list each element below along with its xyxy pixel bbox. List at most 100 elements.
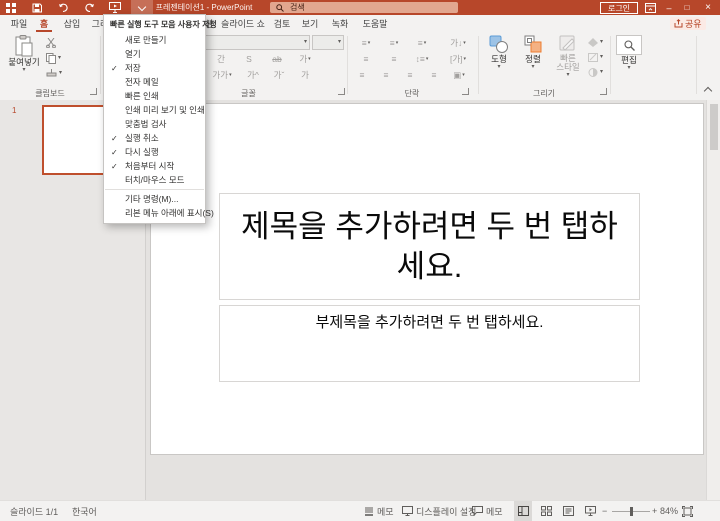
font-size-combobox[interactable]: ▾ bbox=[312, 35, 344, 50]
slide-indicator: 슬라이드 1/1 bbox=[10, 506, 59, 517]
notes-button[interactable]: 메모 bbox=[364, 501, 394, 521]
display-settings-button[interactable]: 디스플레이 설정 bbox=[402, 501, 476, 521]
align-left-button[interactable]: ≡ bbox=[352, 68, 372, 82]
underline-button[interactable]: 간 bbox=[210, 52, 232, 66]
menu-item-redo[interactable]: ✓ 다시 실행 bbox=[104, 145, 205, 159]
menu-item-undo[interactable]: ✓ 실행 취소 bbox=[104, 131, 205, 145]
text-direction-button[interactable]: 가↓ ▾ bbox=[444, 36, 472, 50]
slide[interactable]: 제목을 추가하려면 두 번 탭하세요. 부제목을 추가하려면 두 번 탭하세요. bbox=[150, 103, 704, 455]
decrease-font-size-button[interactable]: 가ˇ bbox=[268, 68, 290, 82]
change-case-button[interactable]: 가가 ▾ bbox=[208, 68, 236, 82]
text-shadow-button[interactable]: S bbox=[238, 52, 260, 66]
decrease-indent-button[interactable]: ≡ bbox=[354, 52, 378, 66]
clear-formatting-button[interactable]: 가 bbox=[294, 68, 316, 82]
app-grid-icon[interactable] bbox=[5, 2, 17, 13]
justify-button[interactable]: ≡ bbox=[424, 68, 444, 82]
menu-item-open[interactable]: 열기 bbox=[104, 47, 205, 61]
slide-number: 1 bbox=[12, 106, 17, 115]
notes-icon bbox=[365, 507, 373, 516]
clipboard-dialog-launcher[interactable] bbox=[90, 88, 97, 95]
tab-file[interactable]: 파일 bbox=[6, 15, 32, 32]
increase-indent-button[interactable]: ≡ bbox=[382, 52, 406, 66]
reading-view-button[interactable] bbox=[559, 501, 577, 521]
title-placeholder[interactable]: 제목을 추가하려면 두 번 탭하세요. bbox=[219, 193, 640, 300]
login-button[interactable]: 로그인 bbox=[600, 2, 638, 14]
menu-item-show-below-ribbon[interactable]: 리본 메뉴 아래에 표시(S) bbox=[104, 206, 214, 220]
shapes-button[interactable]: 도형 ▾ bbox=[484, 35, 514, 70]
comments-button[interactable]: 메모 bbox=[472, 501, 503, 521]
zoom-in-button[interactable]: + bbox=[652, 501, 657, 521]
share-button[interactable]: 공유 bbox=[670, 17, 706, 30]
collapse-ribbon-button[interactable] bbox=[700, 84, 716, 96]
menu-item-new[interactable]: 새로 만들기 bbox=[104, 33, 205, 47]
vertical-scrollbar[interactable] bbox=[706, 100, 720, 500]
menu-item-more-commands[interactable]: 기타 명령(M)... bbox=[104, 192, 205, 206]
title-bar: 프레젠테이션1 - PowerPoint 로그인 – □ × bbox=[0, 0, 720, 15]
chevron-up-icon bbox=[703, 86, 713, 96]
chevron-down-icon bbox=[137, 2, 147, 11]
character-spacing-button[interactable]: 가 ▾ bbox=[292, 52, 318, 66]
menu-item-quick-print[interactable]: 빠른 인쇄 bbox=[104, 89, 205, 103]
qat-menu-header: 빠른 실행 도구 모음 사용자 지정 bbox=[110, 20, 217, 29]
tab-record[interactable]: 녹화 bbox=[328, 15, 352, 32]
slideshow-button[interactable] bbox=[581, 501, 599, 521]
menu-item-spelling[interactable]: 맞춤법 검사 bbox=[104, 117, 205, 131]
maximize-button[interactable]: □ bbox=[678, 0, 696, 15]
align-center-button[interactable]: ≡ bbox=[376, 68, 396, 82]
fit-to-window-button[interactable] bbox=[682, 501, 693, 521]
search-box[interactable] bbox=[270, 2, 458, 13]
zoom-level[interactable]: 84% bbox=[660, 501, 678, 521]
language-indicator[interactable]: 한국어 bbox=[72, 501, 97, 521]
tab-insert[interactable]: 삽입 bbox=[58, 15, 86, 32]
tab-slideshow[interactable]: 슬라이드 쇼 bbox=[220, 15, 266, 32]
shape-outline-button: ▾ bbox=[588, 53, 603, 62]
minimize-button[interactable]: – bbox=[660, 0, 678, 15]
increase-font-size-button[interactable]: 가^ bbox=[242, 68, 264, 82]
font-dialog-launcher[interactable] bbox=[338, 88, 345, 95]
menu-item-email[interactable]: 전자 메일 bbox=[104, 75, 205, 89]
save-icon[interactable] bbox=[31, 2, 43, 13]
paragraph-dialog-launcher[interactable] bbox=[462, 88, 469, 95]
undo-icon[interactable] bbox=[57, 2, 69, 13]
window-title: 프레젠테이션1 - PowerPoint bbox=[155, 3, 253, 12]
ribbon-display-options-icon[interactable] bbox=[644, 2, 656, 13]
convert-to-smartart-button[interactable]: ▣ ▾ bbox=[446, 68, 472, 82]
copy-button[interactable]: ▾ bbox=[46, 53, 61, 64]
menu-item-print-preview[interactable]: 인쇄 미리 보기 및 인쇄 bbox=[104, 103, 205, 117]
zoom-out-button[interactable]: − bbox=[602, 501, 607, 521]
multilevel-list-button[interactable]: ≡ ▾ bbox=[410, 36, 434, 50]
scrollbar-thumb[interactable] bbox=[710, 104, 718, 150]
close-button[interactable]: × bbox=[698, 0, 718, 15]
subtitle-placeholder[interactable]: 부제목을 추가하려면 두 번 탭하세요. bbox=[219, 305, 640, 382]
strikethrough-button[interactable]: ab bbox=[266, 52, 288, 66]
tab-help[interactable]: 도움말 bbox=[358, 15, 392, 32]
menu-item-touch-mouse-mode[interactable]: 터치/마우스 모드 bbox=[104, 173, 205, 187]
slide-sorter-view-button[interactable] bbox=[537, 501, 555, 521]
tab-home[interactable]: 홈 bbox=[34, 15, 54, 32]
menu-item-save[interactable]: ✓ 저장 bbox=[104, 61, 205, 75]
start-from-beginning-icon[interactable] bbox=[109, 2, 121, 13]
status-bar: 슬라이드 1/1 한국어 메모 디스플레이 설정 메모 − + 84% bbox=[0, 500, 720, 521]
tab-review[interactable]: 검토 bbox=[270, 15, 294, 32]
cut-icon[interactable] bbox=[46, 38, 57, 48]
menu-item-start-from-beginning[interactable]: ✓ 처음부터 시작 bbox=[104, 159, 205, 173]
qat-customize-menu: 빠른 실행 도구 모음 사용자 지정 새로 만들기 열기 ✓ 저장 전자 메일 빠… bbox=[103, 14, 217, 224]
tab-view[interactable]: 보기 bbox=[298, 15, 322, 32]
numbering-button[interactable]: ≡ ▾ bbox=[382, 36, 406, 50]
editing-button[interactable]: 편집 ▾ bbox=[614, 35, 644, 71]
paste-button[interactable]: 붙여넣기 ▾ bbox=[6, 35, 42, 73]
check-icon: ✓ bbox=[111, 147, 118, 157]
redo-icon[interactable] bbox=[83, 2, 95, 13]
line-spacing-button[interactable]: ↕≡ ▾ bbox=[410, 52, 434, 66]
drawing-dialog-launcher[interactable] bbox=[600, 88, 607, 95]
normal-view-button[interactable] bbox=[514, 501, 532, 521]
quick-styles-icon bbox=[559, 35, 575, 51]
align-text-button[interactable]: [가] ▾ bbox=[444, 52, 472, 66]
bullets-button[interactable]: ≡ ▾ bbox=[354, 36, 378, 50]
align-right-button[interactable]: ≡ bbox=[400, 68, 420, 82]
arrange-button[interactable]: 정렬 ▾ bbox=[518, 35, 548, 70]
format-painter-icon[interactable]: ▾ bbox=[46, 68, 62, 78]
zoom-slider-thumb[interactable] bbox=[630, 507, 633, 516]
comments-icon bbox=[472, 506, 483, 516]
search-input[interactable] bbox=[288, 2, 442, 13]
